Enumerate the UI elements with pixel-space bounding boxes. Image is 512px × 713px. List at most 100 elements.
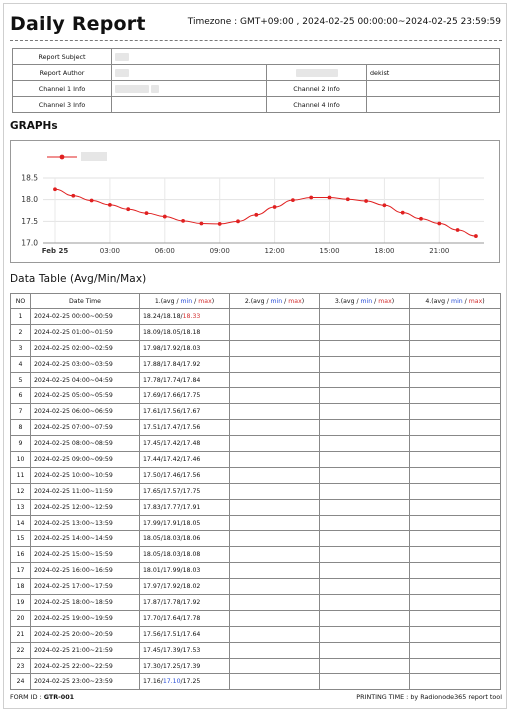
max-value: 17.67 [182, 408, 201, 416]
avg-value: 17.61 [143, 408, 161, 416]
avg-value: 17.83 [143, 503, 161, 511]
row-ch4-values [409, 609, 501, 627]
row-ch4-values [409, 339, 501, 357]
row-datetime: 2024-02-25 08:00~08:59 [30, 435, 140, 453]
row-datetime: 2024-02-25 14:00~14:59 [30, 530, 140, 548]
row-ch3-values [319, 546, 410, 564]
min-value: 17.84 [162, 360, 181, 368]
data-point [437, 221, 442, 226]
y-tick-label: 18.5 [21, 174, 38, 183]
x-tick-label: 12:00 [265, 247, 285, 255]
row-ch4-values [409, 466, 501, 484]
row-ch2-values [229, 609, 320, 627]
min-value: 17.91 [162, 519, 181, 527]
col-ch2: 2.(avg / min / max) [229, 293, 320, 309]
table-row: 1 2024-02-25 00:00~00:59 18.24/18.18/18.33 [10, 308, 501, 325]
data-table-heading: Data Table (Avg/Min/Max) [10, 273, 147, 285]
max-value: 18.05 [182, 519, 201, 527]
row-datetime: 2024-02-25 10:00~10:59 [30, 466, 140, 484]
row-ch2-values [229, 657, 320, 675]
table-row: 13 2024-02-25 12:00~12:59 17.83/17.77/17.9… [10, 498, 501, 516]
avg-value: 17.98 [143, 344, 161, 352]
avg-value: 17.69 [143, 392, 161, 400]
x-tick-label: Feb 25 [42, 247, 69, 255]
avg-value: 17.30 [143, 662, 161, 670]
data-point [419, 216, 423, 221]
row-ch3-values [319, 435, 410, 453]
row-no: 2 [10, 323, 31, 341]
redacted-value [115, 52, 129, 61]
table-row: 3 2024-02-25 02:00~02:59 17.98/17.92/18.03 [10, 339, 501, 357]
row-ch3-values [319, 562, 410, 580]
avg-value: 17.65 [143, 487, 161, 495]
avg-value: 17.56 [143, 630, 161, 638]
report-title: Daily Report [10, 13, 146, 35]
y-tick-label: 18.0 [21, 195, 38, 204]
row-ch1-values: 17.83/17.77/17.91 [139, 498, 230, 516]
row-ch1-values: 17.45/17.39/17.53 [139, 641, 230, 659]
table-row: 16 2024-02-25 15:00~15:59 18.05/18.03/18.0… [10, 546, 501, 564]
max-value: 17.84 [182, 376, 201, 384]
row-datetime: 2024-02-25 01:00~01:59 [30, 323, 140, 341]
table-row: 8 2024-02-25 07:00~07:59 17.51/17.47/17.56 [10, 419, 501, 437]
report-author-label: Report Author [12, 64, 112, 81]
data-point [254, 212, 259, 217]
avg-value: 17.51 [143, 424, 161, 432]
row-ch2-values [229, 403, 320, 421]
channel4-label: Channel 4 Info [266, 96, 367, 113]
channel2-value [366, 80, 500, 97]
row-ch4-values [409, 419, 501, 437]
row-ch3-values [319, 498, 410, 516]
min-value: 17.51 [162, 630, 181, 638]
row-ch2-values [229, 530, 320, 548]
redacted-value [295, 68, 338, 77]
row-ch4-values [409, 657, 501, 675]
min-value: 18.05 [162, 328, 181, 336]
row-ch2-values [229, 355, 320, 373]
min-value: 17.39 [162, 646, 181, 654]
channel1-label: Channel 1 Info [12, 80, 112, 97]
row-no: 23 [10, 657, 31, 675]
row-ch2-values [229, 562, 320, 580]
row-no: 15 [10, 530, 31, 548]
author-extra: dekist [366, 64, 500, 81]
row-ch3-values [319, 403, 410, 421]
min-value: 18.18 [162, 312, 181, 320]
max-value: 18.33 [182, 312, 201, 320]
table-row: 23 2024-02-25 22:00~22:59 17.30/17.25/17.3… [10, 657, 501, 675]
row-no: 17 [10, 562, 31, 580]
max-value: 18.08 [182, 551, 201, 559]
avg-value: 17.87 [143, 598, 161, 606]
row-ch2-values [229, 451, 320, 468]
table-row: 10 2024-02-25 09:00~09:59 17.44/17.42/17.4… [10, 451, 501, 468]
row-ch2-values [229, 594, 320, 611]
row-ch2-values [229, 514, 320, 532]
y-tick-label: 17.0 [21, 239, 38, 248]
channel3-label: Channel 3 Info [12, 96, 112, 113]
row-ch4-values [409, 625, 501, 643]
max-value: 18.06 [182, 535, 201, 543]
timezone-range: Timezone : GMT+09:00 , 2024-02-25 00:00:… [187, 17, 501, 27]
data-point [144, 211, 149, 215]
row-ch3-values [319, 355, 410, 373]
avg-value: 17.70 [143, 614, 161, 622]
min-value: 17.92 [162, 583, 181, 591]
x-tick-label: 18:00 [374, 247, 394, 255]
min-value: 17.57 [162, 487, 181, 495]
row-ch2-values [229, 625, 320, 643]
row-no: 21 [10, 625, 31, 643]
row-datetime: 2024-02-25 00:00~00:59 [30, 308, 140, 325]
max-value: 17.75 [182, 487, 201, 495]
channel1-value [111, 80, 267, 97]
row-ch3-values [319, 514, 410, 532]
row-no: 14 [10, 514, 31, 532]
max-value: 18.03 [182, 344, 201, 352]
min-value: 17.64 [162, 614, 181, 622]
row-ch1-values: 17.50/17.46/17.56 [139, 466, 230, 484]
table-row: 24 2024-02-25 23:00~23:59 17.16/17.10/17.2… [10, 673, 501, 691]
row-datetime: 2024-02-25 17:00~17:59 [30, 578, 140, 596]
max-value: 17.56 [182, 471, 201, 479]
row-ch4-values [409, 403, 501, 421]
row-ch2-values [229, 419, 320, 437]
data-point [162, 214, 167, 219]
